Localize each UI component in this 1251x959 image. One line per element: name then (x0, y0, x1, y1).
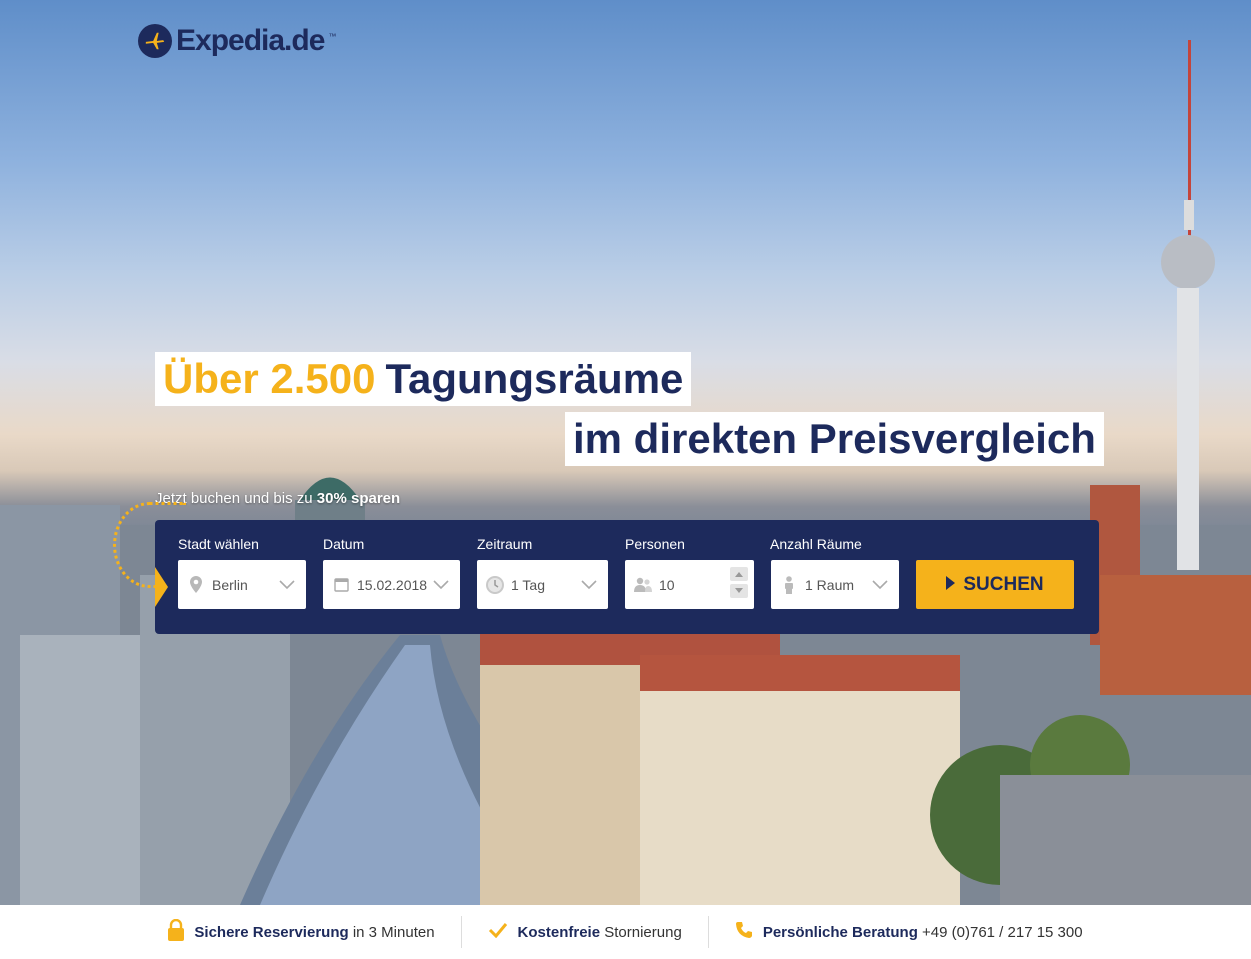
rooms-select[interactable]: 1 Raum (771, 560, 899, 609)
city-select[interactable]: Berlin (178, 560, 306, 609)
feature-2-rest: Stornierung (604, 923, 682, 941)
headline-line-2-text: im direkten Preisvergleich (573, 415, 1096, 462)
city-label: Stadt wählen (178, 536, 259, 552)
chevron-down-icon (580, 575, 598, 596)
date-value: 15.02.2018 (357, 576, 428, 593)
headline-line-1: Über 2.500 Tagungsräume (155, 352, 692, 406)
chevron-down-icon (278, 575, 296, 596)
phone-number[interactable]: +49 (0)761 / 217 15 300 (922, 924, 1083, 941)
feature-1-bold: Sichere Reservierung (194, 923, 349, 941)
check-icon (488, 922, 508, 942)
feature-1-rest: in 3 Minuten (352, 923, 435, 941)
clock-icon (485, 575, 505, 595)
brand-trademark: ™ (328, 32, 337, 41)
brand-logo[interactable]: Expedia.de ™ (138, 24, 336, 58)
search-button-label: SUCHEN (963, 573, 1044, 595)
date-label: Datum (323, 536, 365, 552)
duration-label: Zeitraum (477, 536, 533, 552)
feature-3-bold: Persönliche Beratung (762, 923, 918, 941)
headline-line-2: im direkten Preisvergleich (565, 412, 1104, 466)
trust-bar: Sichere Reservierung in 3 Minuten Kosten… (0, 905, 1251, 959)
play-arrow-icon (946, 574, 956, 596)
calendar-icon (331, 577, 351, 592)
persons-stepper[interactable]: 10 (625, 560, 754, 609)
city-skyline-image (0, 477, 1251, 905)
subline-bold: 30% sparen (316, 490, 401, 507)
duration-select[interactable]: 1 Tag (477, 560, 608, 609)
plane-icon (138, 24, 172, 58)
feature-2-bold: Kostenfreie (517, 923, 601, 941)
rooms-value: 1 Raum (805, 576, 855, 593)
people-icon (633, 577, 653, 593)
lock-icon (168, 918, 185, 945)
phone-icon (735, 921, 753, 943)
headline-rest: Tagungsräume (385, 355, 684, 402)
chevron-down-icon (871, 575, 889, 596)
savings-subline: Jetzt buchen und bis zu 30% sparen (155, 490, 400, 507)
headline-accent: Über 2.500 (163, 355, 376, 402)
increment-button[interactable] (730, 567, 748, 581)
feature-personal-advice: Persönliche Beratung +49 (0)761 / 217 15… (709, 921, 1109, 943)
search-button[interactable]: SUCHEN (916, 560, 1074, 609)
persons-value: 10 (659, 576, 675, 593)
search-panel: Stadt wählen Berlin Datum 15.02.2018 Zei… (155, 520, 1099, 634)
tv-tower-image (1161, 40, 1215, 570)
feature-secure-booking: Sichere Reservierung in 3 Minuten (142, 918, 460, 945)
map-pin-icon (186, 576, 206, 593)
persons-stepper-controls (730, 567, 748, 598)
feature-free-cancellation: Kostenfreie Stornierung (462, 922, 708, 942)
person-icon (779, 575, 799, 594)
search-panel-pointer (155, 567, 168, 607)
duration-value: 1 Tag (511, 576, 545, 593)
rooms-label: Anzahl Räume (770, 536, 862, 552)
date-field[interactable]: 15.02.2018 (323, 560, 460, 609)
city-value: Berlin (212, 576, 248, 593)
persons-label: Personen (625, 536, 685, 552)
decrement-button[interactable] (730, 584, 748, 598)
chevron-down-icon (432, 575, 450, 596)
brand-name: Expedia.de (176, 24, 325, 57)
